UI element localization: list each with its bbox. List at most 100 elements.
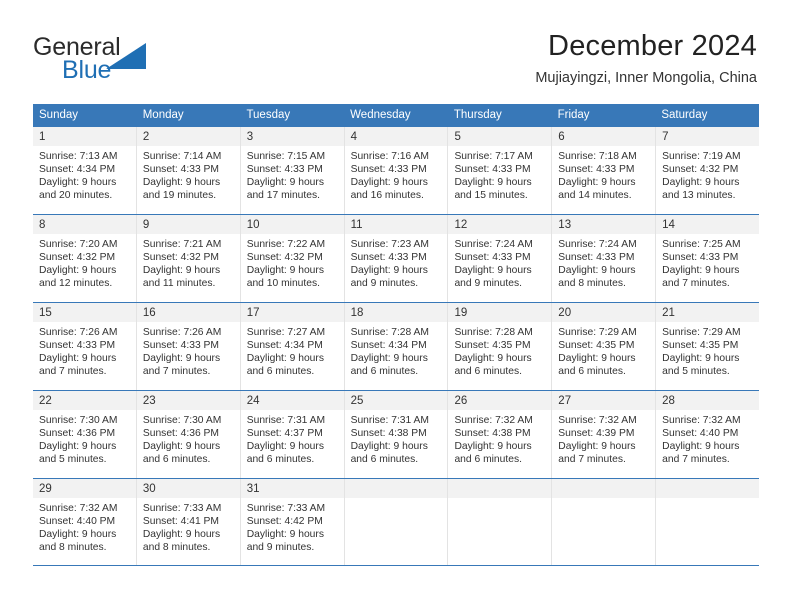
sunset-text: Sunset: 4:35 PM: [662, 340, 739, 352]
daylight-text-line2: and 6 minutes.: [350, 366, 419, 378]
day-details: [552, 498, 655, 502]
day-number-strip: 23: [136, 391, 240, 410]
sunset-text: Sunset: 4:33 PM: [350, 164, 427, 176]
day-cell[interactable]: 6 Sunrise: 7:18 AM Sunset: 4:33 PM Dayli…: [552, 127, 657, 214]
day-cell-empty: [448, 479, 553, 565]
weekday-header-tuesday: Tuesday: [246, 109, 291, 121]
day-number-strip: 8: [33, 215, 136, 234]
daylight-text-line1: Daylight: 9 hours: [558, 265, 636, 277]
day-details: Sunrise: 7:16 AM Sunset: 4:33 PM Dayligh…: [345, 146, 448, 202]
sunset-text: Sunset: 4:32 PM: [39, 252, 116, 264]
daylight-text-line1: Daylight: 9 hours: [454, 441, 532, 453]
day-details: Sunrise: 7:14 AM Sunset: 4:33 PM Dayligh…: [137, 146, 240, 202]
sunset-text: Sunset: 4:34 PM: [350, 340, 427, 352]
sunset-text: Sunset: 4:35 PM: [558, 340, 635, 352]
sunrise-text: Sunrise: 7:30 AM: [39, 415, 118, 426]
daylight-text-line1: Daylight: 9 hours: [39, 177, 117, 189]
day-number: 13: [558, 219, 572, 231]
daylight-text-line2: and 12 minutes.: [39, 278, 113, 290]
daylight-text-line1: Daylight: 9 hours: [350, 353, 428, 365]
sunrise-text: Sunrise: 7:29 AM: [558, 327, 637, 338]
daylight-text-line2: and 8 minutes.: [142, 542, 211, 554]
day-cell[interactable]: 15 Sunrise: 7:26 AM Sunset: 4:33 PM Dayl…: [33, 303, 137, 390]
day-cell[interactable]: 7 Sunrise: 7:19 AM Sunset: 4:32 PM Dayli…: [656, 127, 760, 214]
day-cell[interactable]: 13 Sunrise: 7:24 AM Sunset: 4:33 PM Dayl…: [552, 215, 657, 302]
daylight-text-line1: Daylight: 9 hours: [662, 441, 740, 453]
day-cell[interactable]: 11 Sunrise: 7:23 AM Sunset: 4:33 PM Dayl…: [344, 215, 449, 302]
sunrise-text: Sunrise: 7:31 AM: [246, 415, 326, 426]
daylight-text-line1: Daylight: 9 hours: [350, 265, 428, 277]
day-cell[interactable]: 19 Sunrise: 7:28 AM Sunset: 4:35 PM Dayl…: [448, 303, 553, 390]
day-number-strip: 15: [33, 303, 136, 322]
daylight-text-line2: and 9 minutes.: [454, 278, 522, 290]
day-cell[interactable]: 5 Sunrise: 7:17 AM Sunset: 4:33 PM Dayli…: [448, 127, 553, 214]
daylight-text-line1: Daylight: 9 hours: [350, 177, 428, 189]
day-details: Sunrise: 7:30 AM Sunset: 4:36 PM Dayligh…: [33, 410, 136, 466]
sunset-text: Sunset: 4:35 PM: [454, 340, 531, 352]
daylight-text-line2: and 14 minutes.: [558, 190, 632, 202]
day-cell[interactable]: 8 Sunrise: 7:20 AM Sunset: 4:32 PM Dayli…: [33, 215, 137, 302]
day-cell[interactable]: 23 Sunrise: 7:30 AM Sunset: 4:36 PM Dayl…: [136, 391, 241, 478]
day-number-strip: 28: [656, 391, 760, 410]
day-number: 9: [142, 219, 150, 231]
day-cell[interactable]: 18 Sunrise: 7:28 AM Sunset: 4:34 PM Dayl…: [344, 303, 449, 390]
day-cell[interactable]: 29 Sunrise: 7:32 AM Sunset: 4:40 PM Dayl…: [33, 479, 137, 565]
day-cell[interactable]: 31 Sunrise: 7:33 AM Sunset: 4:42 PM Dayl…: [240, 479, 345, 565]
sunset-text: Sunset: 4:38 PM: [454, 428, 531, 440]
sunrise-text: Sunrise: 7:26 AM: [39, 327, 118, 338]
day-details: Sunrise: 7:32 AM Sunset: 4:40 PM Dayligh…: [656, 410, 759, 466]
day-details: Sunrise: 7:28 AM Sunset: 4:34 PM Dayligh…: [345, 322, 448, 378]
day-number-strip: [448, 479, 552, 498]
day-cell[interactable]: 17 Sunrise: 7:27 AM Sunset: 4:34 PM Dayl…: [240, 303, 345, 390]
daylight-text-line2: and 7 minutes.: [142, 366, 211, 378]
day-number: 14: [662, 219, 675, 231]
day-details: Sunrise: 7:19 AM Sunset: 4:32 PM Dayligh…: [656, 146, 759, 202]
day-cell[interactable]: 20 Sunrise: 7:29 AM Sunset: 4:35 PM Dayl…: [552, 303, 657, 390]
day-cell[interactable]: 27 Sunrise: 7:32 AM Sunset: 4:39 PM Dayl…: [552, 391, 657, 478]
sunset-text: Sunset: 4:40 PM: [39, 516, 116, 528]
weekday-header-sunday: Sunday: [39, 109, 79, 121]
sunset-text: Sunset: 4:33 PM: [39, 340, 116, 352]
day-cell[interactable]: 26 Sunrise: 7:32 AM Sunset: 4:38 PM Dayl…: [448, 391, 553, 478]
weekday-header-thursday: Thursday: [453, 109, 502, 121]
sunset-text: Sunset: 4:39 PM: [558, 428, 635, 440]
sunset-text: Sunset: 4:33 PM: [246, 164, 323, 176]
day-cell[interactable]: 22 Sunrise: 7:30 AM Sunset: 4:36 PM Dayl…: [33, 391, 137, 478]
daylight-text-line2: and 7 minutes.: [39, 366, 107, 378]
day-number-strip: 5: [448, 127, 552, 146]
generalblue-logo[interactable]: General Blue: [33, 33, 203, 89]
day-details: Sunrise: 7:28 AM Sunset: 4:35 PM Dayligh…: [448, 322, 551, 378]
day-number: 2: [142, 131, 150, 143]
day-details: Sunrise: 7:32 AM Sunset: 4:39 PM Dayligh…: [552, 410, 655, 466]
day-cell[interactable]: 9 Sunrise: 7:21 AM Sunset: 4:32 PM Dayli…: [136, 215, 241, 302]
day-cell[interactable]: 3 Sunrise: 7:15 AM Sunset: 4:33 PM Dayli…: [240, 127, 345, 214]
day-cell[interactable]: 10 Sunrise: 7:22 AM Sunset: 4:32 PM Dayl…: [240, 215, 345, 302]
day-cell[interactable]: 2 Sunrise: 7:14 AM Sunset: 4:33 PM Dayli…: [136, 127, 241, 214]
day-cell[interactable]: 28 Sunrise: 7:32 AM Sunset: 4:40 PM Dayl…: [656, 391, 760, 478]
weekday-header-friday: Friday: [557, 109, 590, 121]
daylight-text-line2: and 7 minutes.: [662, 278, 730, 290]
day-number-strip: 22: [33, 391, 136, 410]
day-cell[interactable]: 30 Sunrise: 7:33 AM Sunset: 4:41 PM Dayl…: [136, 479, 241, 565]
sunrise-text: Sunrise: 7:30 AM: [142, 415, 222, 426]
sunrise-text: Sunrise: 7:29 AM: [662, 327, 741, 338]
day-cell[interactable]: 1 Sunrise: 7:13 AM Sunset: 4:34 PM Dayli…: [33, 127, 137, 214]
day-cell[interactable]: 12 Sunrise: 7:24 AM Sunset: 4:33 PM Dayl…: [448, 215, 553, 302]
day-cell[interactable]: 4 Sunrise: 7:16 AM Sunset: 4:33 PM Dayli…: [344, 127, 449, 214]
day-number-strip: 21: [656, 303, 760, 322]
day-cell[interactable]: 25 Sunrise: 7:31 AM Sunset: 4:38 PM Dayl…: [344, 391, 449, 478]
day-cell[interactable]: 16 Sunrise: 7:26 AM Sunset: 4:33 PM Dayl…: [136, 303, 241, 390]
day-cell-empty: [656, 479, 760, 565]
day-cell[interactable]: 14 Sunrise: 7:25 AM Sunset: 4:33 PM Dayl…: [656, 215, 760, 302]
sunrise-text: Sunrise: 7:28 AM: [350, 327, 429, 338]
day-cell[interactable]: 24 Sunrise: 7:31 AM Sunset: 4:37 PM Dayl…: [240, 391, 345, 478]
daylight-text-line1: Daylight: 9 hours: [662, 353, 740, 365]
day-cell[interactable]: 21 Sunrise: 7:29 AM Sunset: 4:35 PM Dayl…: [656, 303, 760, 390]
weekday-header-row: Sunday Monday Tuesday Wednesday Thursday…: [33, 104, 759, 126]
sunset-text: Sunset: 4:41 PM: [142, 516, 219, 528]
day-number: 6: [558, 131, 565, 143]
sunrise-text: Sunrise: 7:24 AM: [558, 239, 637, 250]
daylight-text-line2: and 13 minutes.: [662, 190, 736, 202]
sunrise-text: Sunrise: 7:21 AM: [142, 239, 222, 250]
day-number: 11: [350, 219, 363, 231]
